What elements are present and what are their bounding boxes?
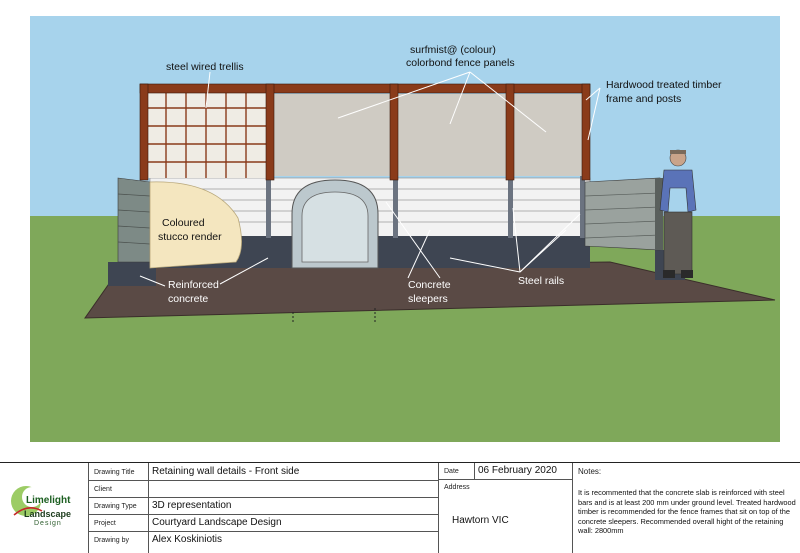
divider: [88, 463, 89, 553]
retaining-wall-illustration: steel wired trellis surfmist@ (colour) c…: [30, 16, 780, 442]
project-value: Courtyard Landscape Design: [152, 517, 282, 528]
divider: [474, 463, 475, 479]
title-block: Limelight Landscape Design Drawing Title…: [0, 462, 800, 553]
divider: [88, 514, 438, 515]
divider: [88, 531, 438, 532]
divider: [438, 463, 439, 553]
fence-panel-trellis: [146, 90, 270, 178]
divider: [148, 463, 149, 553]
date-value: 06 February 2020: [478, 465, 557, 476]
logo-word-design: Design: [34, 520, 62, 527]
divider: [438, 479, 572, 480]
drawing-type-label: Drawing Type: [94, 503, 137, 510]
logo-word-landscape: Landscape: [24, 509, 72, 519]
drawing-title-value: Retaining wall details - Front side: [152, 466, 300, 477]
divider: [88, 497, 438, 498]
fence-panel-1: [270, 94, 394, 176]
label-panels-line1: surfmist@ (colour): [410, 44, 496, 56]
drawing-title-label: Drawing Title: [94, 469, 135, 476]
drawing-by-value: Alex Koskiniotis: [152, 534, 223, 545]
drawing-by-label: Drawing by: [94, 537, 130, 544]
label-panels-line2: colorbond fence panels: [406, 57, 515, 69]
divider: [88, 480, 438, 481]
label-concrete-line1: Reinforced: [168, 279, 219, 291]
address-value: Hawtorn VIC: [452, 515, 509, 526]
right-corner-post: [655, 178, 663, 250]
client-label: Client: [94, 486, 112, 493]
label-timber-line1: Hardwood treated timber: [606, 79, 722, 91]
fence-panel-3: [514, 94, 584, 176]
address-label: Address: [444, 484, 470, 491]
date-label: Date: [444, 468, 459, 475]
label-sleepers-line2: sleepers: [408, 293, 448, 305]
label-steel-rails: Steel rails: [518, 275, 564, 287]
label-concrete-line2: concrete: [168, 293, 208, 305]
project-label: Project: [94, 520, 116, 527]
slab-front-edge: [108, 262, 156, 286]
label-trellis: steel wired trellis: [166, 61, 244, 73]
notes-label: Notes:: [578, 467, 602, 476]
left-side-wall: [117, 177, 151, 263]
notes-text: It is recommented that the concrete slab…: [578, 488, 796, 536]
divider: [572, 463, 573, 553]
drawing-type-value: 3D representation: [152, 500, 232, 511]
label-sleepers-line1: Concrete: [408, 279, 451, 291]
label-timber-line2: frame and posts: [606, 93, 681, 105]
arch-inner: [301, 191, 369, 263]
right-side-wall: [584, 177, 661, 251]
label-stucco-line1: Coloured: [162, 217, 205, 229]
logo-word-limelight: Limelight: [26, 495, 71, 506]
fence-panel-2: [398, 94, 510, 176]
label-stucco-line2: stucco render: [158, 231, 222, 243]
